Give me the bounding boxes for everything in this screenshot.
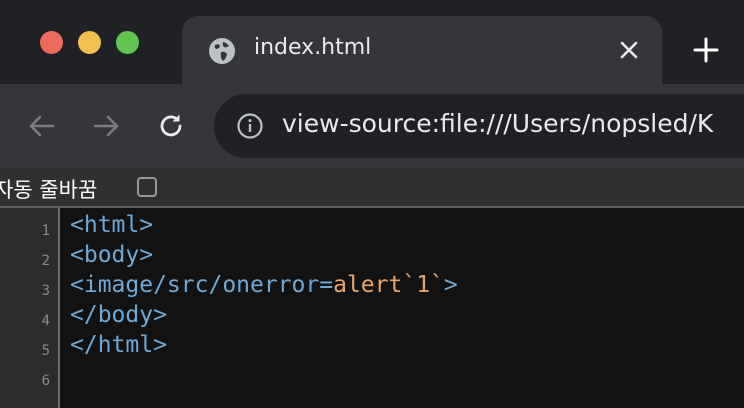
source-line: <body> [70,240,458,270]
line-number: 1 [41,223,50,239]
line-wrap-label[interactable]: 자동 줄바꿈 [0,174,97,204]
info-icon[interactable] [236,112,264,140]
source-code: <html> <body> <image/src/onerror=alert`1… [70,210,458,390]
line-number: 5 [41,343,50,359]
line-number: 3 [41,283,50,299]
toolbar: view-source:file:///Users/nopsled/K [0,84,744,168]
html-tag: </html> [70,332,167,358]
source-line [70,360,458,390]
source-view: 1 2 3 4 5 6 <html> <body> <image/src/one… [0,208,744,408]
url-text[interactable]: view-source:file:///Users/nopsled/K [282,109,713,138]
source-line: <image/src/onerror=alert`1`> [70,270,458,300]
minimize-window-button[interactable] [78,31,101,54]
plus-icon[interactable] [692,36,720,64]
html-tag: </body> [70,302,167,328]
tab-title: index.html [254,35,372,60]
source-line: </html> [70,330,458,360]
attribute-value: alert`1` [333,272,444,298]
line-wrap-checkbox[interactable] [137,177,157,197]
forward-arrow-icon[interactable] [90,110,122,142]
source-line: </body> [70,300,458,330]
browser-window: index.html view-source:file:///Users/nop… [0,0,744,408]
html-tag: <html> [70,212,154,238]
line-number: 4 [41,313,50,329]
globe-icon [209,38,235,64]
source-line: <html> [70,210,458,240]
line-number-gutter: 1 2 3 4 5 6 [0,208,60,408]
line-number: 6 [41,373,50,389]
address-bar[interactable]: view-source:file:///Users/nopsled/K [214,94,744,158]
tab-strip: index.html [0,0,744,84]
reload-icon[interactable] [155,110,187,142]
window-controls [40,31,139,54]
tab-index-html[interactable]: index.html [182,16,662,84]
back-arrow-icon[interactable] [26,110,58,142]
line-wrap-bar: 자동 줄바꿈 [0,168,744,208]
zoom-window-button[interactable] [116,31,139,54]
close-window-button[interactable] [40,31,63,54]
html-tag: > [443,272,458,298]
html-tag: <body> [70,242,154,268]
line-number: 2 [41,253,50,269]
close-icon[interactable] [617,38,641,62]
html-tag: <image/src/onerror= [70,272,334,298]
